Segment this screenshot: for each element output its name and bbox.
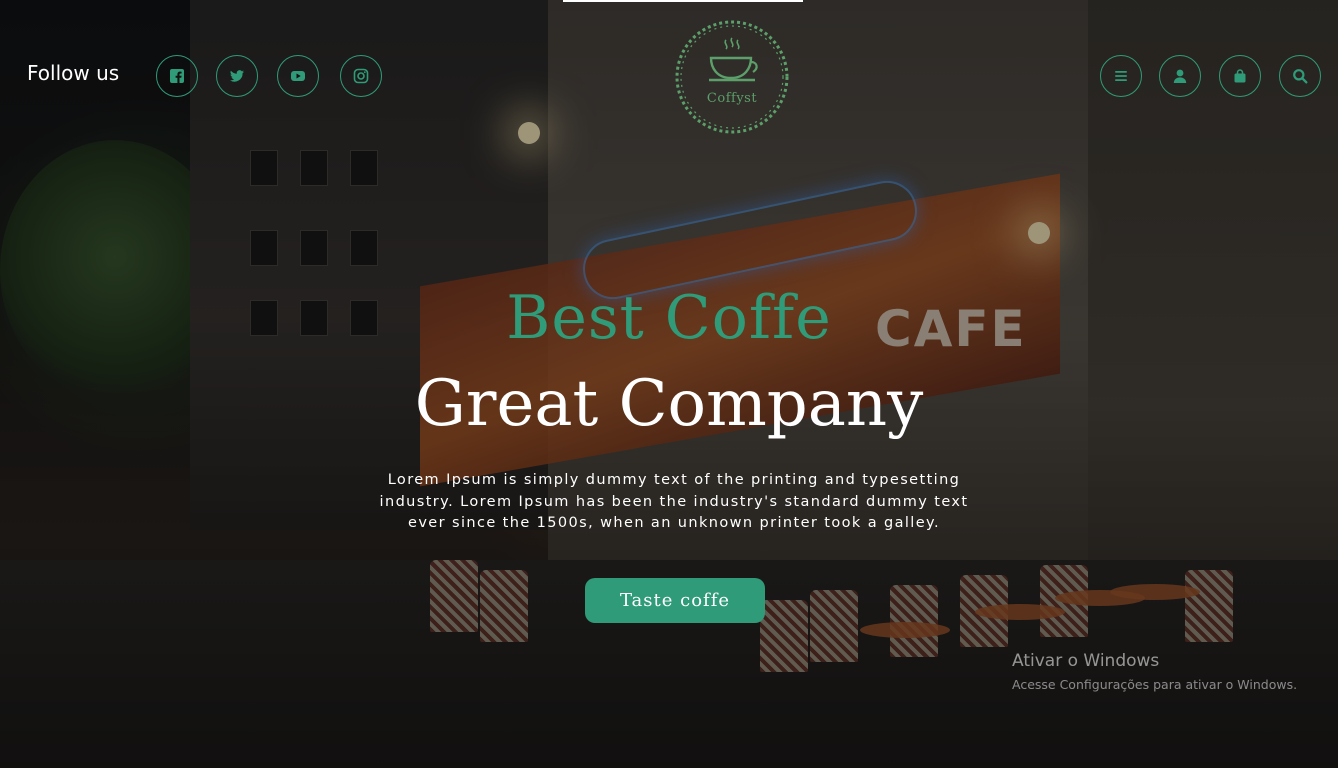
instagram-icon bbox=[353, 68, 369, 84]
instagram-button[interactable] bbox=[340, 55, 382, 97]
shopping-bag-icon bbox=[1234, 69, 1246, 83]
youtube-button[interactable] bbox=[277, 55, 319, 97]
facebook-button[interactable] bbox=[156, 55, 198, 97]
menu-button[interactable] bbox=[1100, 55, 1142, 97]
facebook-icon bbox=[170, 69, 184, 83]
taste-coffee-button[interactable]: Taste coffe bbox=[585, 578, 765, 623]
cart-button[interactable] bbox=[1219, 55, 1261, 97]
youtube-icon bbox=[291, 71, 305, 81]
user-icon bbox=[1173, 69, 1187, 83]
brand-logo[interactable]: Coffyst bbox=[673, 18, 791, 136]
follow-us-label: Follow us bbox=[27, 61, 120, 85]
search-icon bbox=[1293, 69, 1308, 84]
hero-section: CAFE Follow us Coffyst Best Coffe Great … bbox=[0, 0, 1338, 768]
brand-name: Coffyst bbox=[706, 91, 758, 106]
account-button[interactable] bbox=[1159, 55, 1201, 97]
twitter-icon bbox=[230, 70, 244, 82]
windows-activation-title: Ativar o Windows bbox=[1012, 651, 1160, 671]
menu-icon bbox=[1115, 71, 1127, 81]
coffee-cup-icon bbox=[675, 20, 789, 134]
hero-title-line2: Great Company bbox=[414, 367, 924, 441]
hero-description: Lorem Ipsum is simply dummy text of the … bbox=[379, 472, 969, 531]
search-button[interactable] bbox=[1279, 55, 1321, 97]
top-accent-line bbox=[563, 0, 803, 2]
twitter-button[interactable] bbox=[216, 55, 258, 97]
hero-title-line1: Best Coffe bbox=[506, 283, 832, 353]
windows-activation-subtitle: Acesse Configurações para ativar o Windo… bbox=[1012, 677, 1298, 692]
